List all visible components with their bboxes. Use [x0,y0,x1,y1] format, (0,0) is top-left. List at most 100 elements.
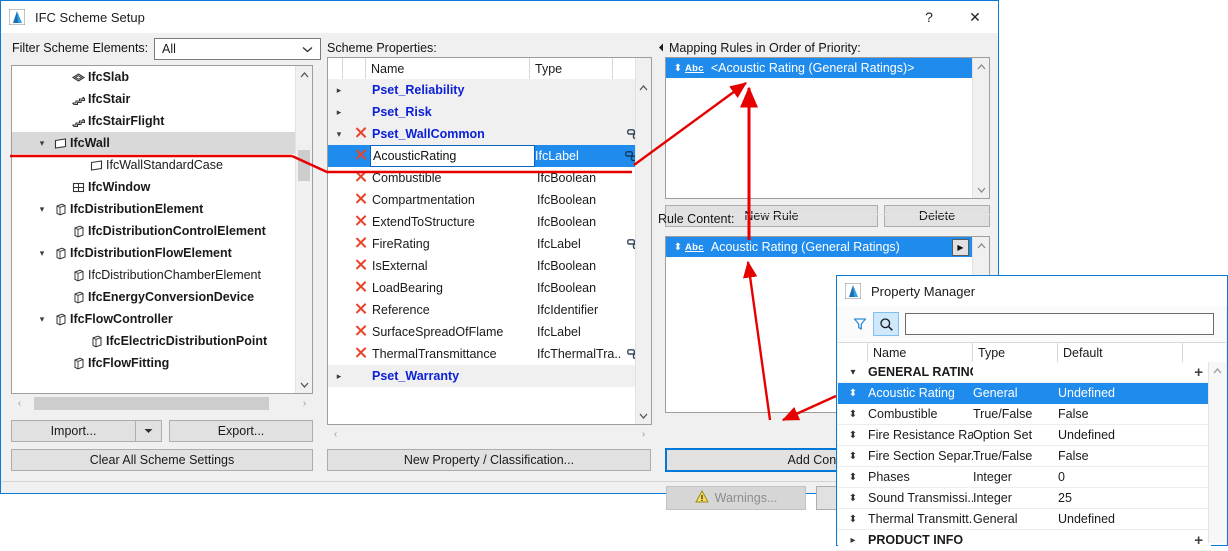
mapping-rules-list[interactable]: ⬍ Abc <Acoustic Rating (General Ratings)> [665,57,990,199]
property-row[interactable]: SurfaceSpreadOfFlame IfcLabel [328,321,636,343]
reorder-handle-icon[interactable]: ⬍ [838,472,868,483]
property-category-row[interactable]: ▸ PRODUCT INFO + [838,530,1211,551]
property-category-row[interactable]: ▾GENERAL RATINGS + [838,362,1211,383]
new-property-classification-button[interactable]: New Property / Classification... [327,449,651,471]
scheme-elements-tree[interactable]: IfcSlab IfcStair IfcStairFlight ▾ IfcWall Ifc… [11,65,313,394]
exclude-x-icon[interactable] [350,281,372,295]
property-row[interactable]: ▸ Pset_Warranty [328,365,636,387]
property-row[interactable]: ⬍ Acoustic Rating General Undefined [838,383,1211,404]
property-expander-icon[interactable]: ▾ [328,129,350,140]
properties-vertical-scrollbar[interactable] [635,58,651,424]
scroll-right-icon[interactable]: › [296,395,313,412]
import-dropdown-button[interactable] [136,420,162,442]
scroll-down-icon[interactable] [636,407,651,424]
link-icon-wrap[interactable] [622,348,636,360]
scroll-up-icon[interactable] [973,58,989,75]
scroll-right-icon[interactable]: › [635,426,652,443]
property-row[interactable]: ▸ Pset_Risk [328,101,636,123]
link-icon-wrap[interactable] [622,238,636,250]
scroll-down-icon[interactable] [296,376,312,393]
property-row[interactable]: ⬍ Phases Integer 0 [838,467,1211,488]
tree-item[interactable]: IfcElectricDistributionPoint [12,330,296,352]
tree-item[interactable]: IfcDistributionControlElement [12,220,296,242]
export-button[interactable]: Export... [169,420,313,442]
property-expander-icon[interactable]: ▸ [328,107,350,118]
tree-scroll-thumb[interactable] [298,150,310,181]
pm-col-header-type[interactable]: Type [973,343,1058,363]
tree-item[interactable]: ▾ IfcWall [12,132,296,154]
col-header-type[interactable]: Type [530,58,613,79]
expand-rule-arrow-button[interactable]: ▶ [952,238,969,256]
filter-button[interactable] [847,312,873,336]
property-row[interactable]: ⬍ Combustible True/False False [838,404,1211,425]
properties-horizontal-scrollbar[interactable]: ‹ › [327,426,652,443]
hscroll-track[interactable] [28,397,296,410]
exclude-x-icon[interactable] [350,193,372,207]
collapse-left-icon[interactable] [658,41,664,55]
col-header-name[interactable]: Name [366,58,530,79]
tree-item[interactable]: IfcWallStandardCase [12,154,296,176]
property-row[interactable]: ▾ Pset_WallCommon [328,123,636,145]
reorder-handle-icon[interactable]: ⬍ [838,451,868,462]
mapping-rules-scrollbar[interactable] [972,58,989,198]
rule-row[interactable]: ⬍ Abc <Acoustic Rating (General Ratings)> [666,58,973,78]
hscroll-thumb[interactable] [34,397,269,410]
tree-horizontal-scrollbar[interactable]: ‹ › [11,395,313,412]
tree-vertical-scrollbar[interactable] [295,66,312,393]
tree-expander-icon[interactable]: ▾ [34,204,50,215]
tree-item[interactable]: IfcDistributionChamberElement [12,264,296,286]
search-button[interactable] [873,312,899,336]
exclude-x-icon[interactable] [350,149,372,163]
exclude-x-icon[interactable] [350,303,372,317]
warnings-button[interactable]: Warnings... [666,486,806,510]
link-icon-wrap[interactable] [620,150,636,162]
reorder-handle-icon[interactable]: ⬍ [838,409,868,420]
scroll-up-icon[interactable] [296,66,312,83]
tree-item[interactable]: IfcSlab [12,66,296,88]
tree-expander-icon[interactable]: ▾ [34,138,50,149]
tree-item[interactable]: ▾ IfcDistributionElement [12,198,296,220]
tree-expander-icon[interactable]: ▾ [34,314,50,325]
exclude-x-icon[interactable] [350,127,372,141]
tree-item[interactable]: IfcStair [12,88,296,110]
property-row[interactable]: ▸ Pset_Reliability [328,79,636,101]
scroll-left-icon[interactable]: ‹ [11,395,28,412]
scroll-up-icon[interactable] [973,237,989,254]
property-row[interactable]: FireRating IfcLabel [328,233,636,255]
property-row[interactable]: IsExternal IfcBoolean [328,255,636,277]
exclude-x-icon[interactable] [350,237,372,251]
scroll-left-icon[interactable]: ‹ [327,426,344,443]
property-row[interactable]: ⬍ Sound Transmissi... Integer 25 [838,488,1211,509]
clear-all-scheme-settings-button[interactable]: Clear All Scheme Settings [11,449,313,471]
property-manager-scrollbar[interactable] [1208,362,1226,543]
scroll-up-icon[interactable] [636,79,651,96]
property-row[interactable]: Combustible IfcBoolean [328,167,636,189]
reorder-handle-icon[interactable]: ⬍ [838,493,868,504]
help-button[interactable]: ? [906,1,952,33]
tree-expander-icon[interactable]: ▾ [34,248,50,259]
property-row[interactable]: Reference IfcIdentifier [328,299,636,321]
close-button[interactable]: ✕ [952,1,998,33]
reorder-handle-icon[interactable]: ⬍ [671,242,685,253]
delete-rule-button[interactable]: Delete [884,205,990,227]
property-row[interactable]: ⬍ Fire Section Separ... True/False False [838,446,1211,467]
scheme-properties-grid[interactable]: Name Type ▸ Pset_Reliability ▸ Pset_Risk ▾ Ps… [327,57,652,425]
filter-scheme-elements-select[interactable]: All [154,38,321,60]
property-expander-icon[interactable]: ▸ [328,371,350,382]
reorder-handle-icon[interactable]: ⬍ [838,388,868,399]
category-expander-icon[interactable]: ▸ [838,535,868,546]
property-row[interactable]: AcousticRating IfcLabel [328,145,636,167]
tree-item[interactable]: ▾ IfcDistributionFlowElement [12,242,296,264]
reorder-handle-icon[interactable]: ⬍ [671,63,685,74]
import-button[interactable]: Import... [11,420,136,442]
tree-item[interactable]: IfcStairFlight [12,110,296,132]
scroll-down-icon[interactable] [973,181,989,198]
property-search-input[interactable] [905,313,1214,335]
exclude-x-icon[interactable] [350,215,372,229]
exclude-x-icon[interactable] [350,259,372,273]
tree-item[interactable]: IfcFlowFitting [12,352,296,374]
property-expander-icon[interactable]: ▸ [328,85,350,96]
exclude-x-icon[interactable] [350,347,372,361]
exclude-x-icon[interactable] [350,325,372,339]
hscroll-track[interactable] [344,428,635,441]
